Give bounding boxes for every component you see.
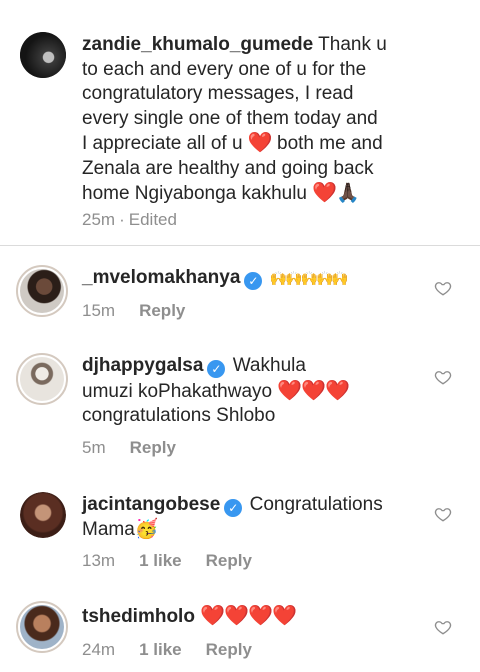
timestamp: 13m bbox=[82, 551, 116, 570]
like-count[interactable]: 1 like bbox=[139, 640, 182, 659]
reply-button[interactable]: Reply bbox=[139, 301, 185, 320]
caption-line: home Ngiyabonga kakhulu bbox=[82, 183, 307, 204]
avatar-image bbox=[20, 269, 64, 313]
comment-avatar[interactable] bbox=[16, 601, 68, 653]
comment-text: tshedimholo ❤️❤️❤️❤️ bbox=[82, 604, 297, 630]
caption-username[interactable]: zandie_khumalo_gumede bbox=[82, 34, 313, 55]
separator: · bbox=[119, 210, 125, 229]
comment-body: Congratulations bbox=[249, 494, 383, 515]
caption-line: every single one of them today and bbox=[82, 107, 378, 129]
reply-button[interactable]: Reply bbox=[206, 640, 252, 659]
verified-badge-icon: ✓ bbox=[207, 360, 226, 378]
caption-text: zandie_khumalo_gumede Thank u to each an… bbox=[82, 33, 472, 207]
comment-body: congratulations Shlobo bbox=[82, 405, 276, 426]
comment-text: _mvelomakhanya ✓ 🙌🙌🙌🙌🙌 bbox=[82, 266, 349, 291]
divider bbox=[0, 245, 480, 246]
edited-label: Edited bbox=[128, 210, 177, 229]
comment-username[interactable]: _mvelomakhanya bbox=[82, 267, 240, 288]
comment-avatar[interactable] bbox=[16, 353, 68, 405]
heart-outline-icon[interactable] bbox=[434, 505, 452, 523]
comment-body: 🙌🙌🙌🙌🙌 bbox=[269, 270, 349, 286]
reply-button[interactable]: Reply bbox=[206, 551, 252, 570]
comment-meta: 5m Reply bbox=[82, 438, 200, 458]
heart-emoji: ❤️❤️❤️❤️ bbox=[200, 605, 297, 627]
comment-meta: 13m 1 like Reply bbox=[82, 551, 276, 571]
comment-username[interactable]: jacintangobese bbox=[82, 494, 220, 515]
comment-body: umuzi koPhakathwayo bbox=[82, 380, 273, 402]
heart-outline-icon[interactable] bbox=[434, 279, 452, 297]
avatar-image bbox=[20, 605, 64, 649]
caption-line: Zenala are healthy and going back bbox=[82, 157, 374, 179]
caption-line: to each and every one of u for the bbox=[82, 58, 367, 80]
comment-body: Mama🥳 bbox=[82, 518, 159, 540]
verified-badge-icon: ✓ bbox=[244, 272, 263, 290]
avatar-image bbox=[20, 357, 64, 401]
verified-badge-icon: ✓ bbox=[224, 499, 243, 517]
caption-line: congratulatory messages, I read bbox=[82, 83, 354, 104]
comment-avatar[interactable] bbox=[16, 265, 68, 317]
caption-meta: 25m · Edited bbox=[82, 210, 201, 230]
comment-username[interactable]: tshedimholo bbox=[82, 606, 195, 627]
comment-body: Wakhula bbox=[232, 355, 306, 376]
comment-meta: 15m Reply bbox=[82, 301, 209, 321]
praying-hands-emoji: 🙏🏿 bbox=[336, 183, 360, 204]
heart-outline-icon[interactable] bbox=[434, 368, 452, 386]
comment-avatar[interactable] bbox=[20, 492, 66, 538]
caption-line: Thank u bbox=[318, 34, 387, 55]
avatar-image bbox=[20, 32, 66, 78]
like-count[interactable]: 1 like bbox=[139, 551, 182, 570]
comment-text: jacintangobese ✓ Congratulations Mama🥳 bbox=[82, 493, 462, 542]
timestamp: 25m bbox=[82, 210, 116, 229]
avatar-image bbox=[20, 492, 66, 538]
heart-outline-icon[interactable] bbox=[434, 618, 452, 636]
heart-emoji: ❤️ bbox=[312, 182, 337, 204]
caption-line: both me and bbox=[277, 133, 383, 154]
heart-emoji: ❤️ bbox=[247, 132, 273, 154]
comment-meta: 24m 1 like Reply bbox=[82, 640, 276, 660]
timestamp: 5m bbox=[82, 438, 106, 457]
post-caption: zandie_khumalo_gumede Thank u to each an… bbox=[0, 0, 480, 245]
reply-button[interactable]: Reply bbox=[130, 438, 176, 457]
timestamp: 24m bbox=[82, 640, 116, 659]
timestamp: 15m bbox=[82, 301, 116, 320]
heart-emoji: ❤️❤️❤️ bbox=[277, 379, 350, 402]
comment-username[interactable]: djhappygalsa bbox=[82, 355, 203, 376]
caption-line: I appreciate all of u bbox=[82, 133, 243, 154]
caption-avatar[interactable] bbox=[20, 32, 66, 78]
comment-text: djhappygalsa ✓ Wakhula umuzi koPhakathway… bbox=[82, 354, 462, 429]
